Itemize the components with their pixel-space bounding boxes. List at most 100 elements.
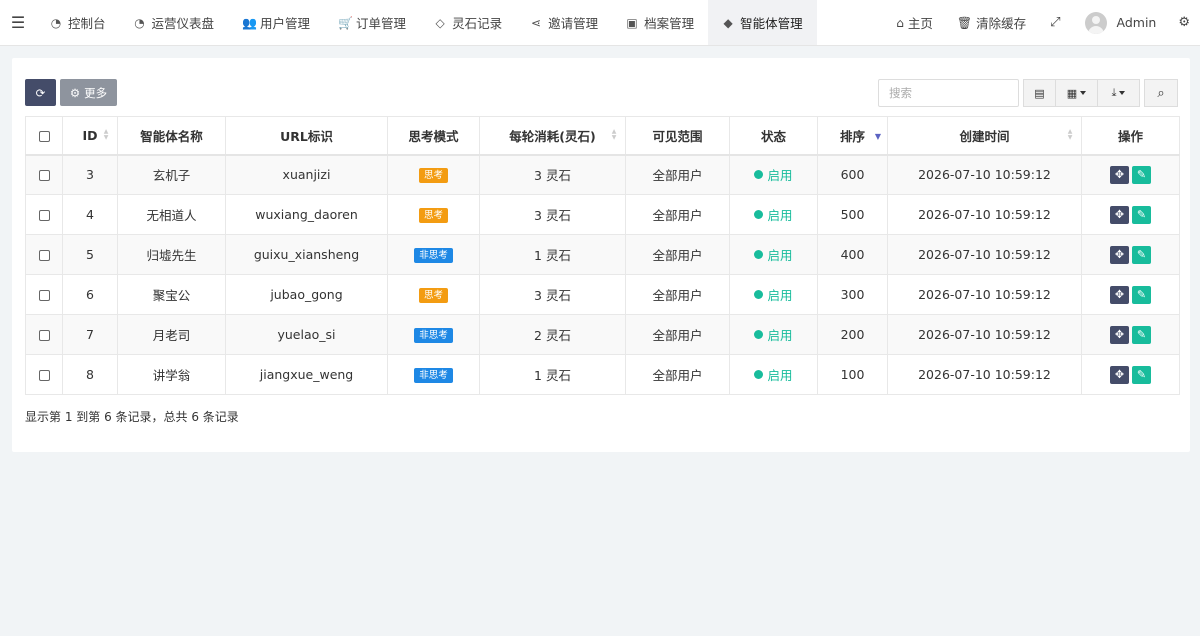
cell-mode: 非思考 bbox=[387, 354, 480, 395]
drag-sort-button[interactable]: ✥ bbox=[1110, 165, 1129, 184]
cell-id: 8 bbox=[62, 354, 118, 395]
mode-badge: 非思考 bbox=[414, 328, 453, 343]
cell-status: 启用 bbox=[729, 194, 818, 235]
edit-button[interactable]: ✎ bbox=[1132, 245, 1151, 264]
export-button[interactable]: ⤓ bbox=[1098, 79, 1140, 107]
nav-tab-label: 档案管理 bbox=[644, 16, 695, 31]
col-id[interactable]: ID bbox=[62, 116, 118, 156]
download-icon: ⤓ bbox=[1111, 86, 1117, 99]
search-input[interactable] bbox=[878, 79, 1019, 107]
cell-url: wuxiang_daoren bbox=[225, 194, 388, 235]
menu-toggle-icon[interactable]: ☰ bbox=[0, 0, 36, 45]
cell-status: 启用 bbox=[729, 154, 818, 195]
cell-id: 7 bbox=[62, 314, 118, 355]
status-badge[interactable]: 启用 bbox=[754, 325, 793, 344]
cell-created: 2026-07-10 10:59:12 bbox=[887, 194, 1082, 235]
cell-id: 6 bbox=[62, 274, 118, 315]
row-actions: ✥ ✎ bbox=[1082, 205, 1179, 224]
settings-button[interactable]: ⚙ bbox=[1168, 0, 1200, 46]
status-badge[interactable]: 启用 bbox=[754, 245, 793, 264]
row-checkbox[interactable] bbox=[38, 170, 50, 182]
status-badge[interactable]: 启用 bbox=[754, 285, 793, 304]
card-view-button[interactable]: ▤ bbox=[1023, 79, 1056, 107]
row-checkbox[interactable] bbox=[38, 330, 50, 341]
pencil-icon: ✎ bbox=[1136, 328, 1147, 341]
pencil-icon: ✎ bbox=[1136, 248, 1147, 261]
search-button[interactable]: ⌕ bbox=[1144, 79, 1178, 107]
edit-button[interactable]: ✎ bbox=[1132, 285, 1151, 304]
clear-cache-link[interactable]: 🗑 清除缓存 bbox=[945, 0, 1038, 46]
col-sort[interactable]: 排序 bbox=[817, 116, 888, 156]
edit-button[interactable]: ✎ bbox=[1132, 365, 1151, 384]
col-url: URL标识 bbox=[225, 116, 388, 156]
status-badge[interactable]: 启用 bbox=[754, 365, 793, 384]
search-icon: ⌕ bbox=[1157, 85, 1165, 101]
table-row[interactable]: 7 月老司 yuelao_si 非思考 2 灵石 全部用户 启用 200 2026-07-10 … bbox=[25, 314, 1180, 355]
row-checkbox[interactable] bbox=[38, 250, 50, 261]
top-navbar: ☰ ◔ 控制台 ◔ 运营仪表盘 👥 用户管理 🛒 订单管理 ◇ 灵石记录 ⋖ 邀请管理 ▣ 档案管理 ◆ 智能… bbox=[0, 0, 1200, 46]
row-actions: ✥ ✎ bbox=[1082, 325, 1179, 344]
cell-scope: 全部用户 bbox=[625, 274, 730, 315]
columns-button[interactable]: ▦ bbox=[1056, 79, 1098, 107]
nav-tab-label: 运营仪表盘 bbox=[151, 16, 215, 31]
nav-tab-3[interactable]: 🛒 订单管理 bbox=[324, 0, 420, 45]
refresh-button[interactable]: ⟳ bbox=[25, 79, 56, 106]
cell-mode: 非思考 bbox=[387, 314, 480, 355]
nav-tab-label: 智能体管理 bbox=[740, 16, 803, 31]
cell-created: 2026-07-10 10:59:12 bbox=[887, 234, 1082, 275]
table-row[interactable]: 4 无相道人 wuxiang_daoren 思考 3 灵石 全部用户 启用 500 2026-0… bbox=[25, 194, 1180, 235]
nav-tab-5[interactable]: ⋖ 邀请管理 bbox=[516, 0, 612, 45]
select-all-checkbox[interactable] bbox=[38, 130, 50, 142]
drag-sort-button[interactable]: ✥ bbox=[1110, 245, 1129, 264]
col-mode: 思考模式 bbox=[387, 116, 480, 156]
home-link[interactable]: ⌂ 主页 bbox=[884, 0, 945, 46]
drag-sort-button[interactable]: ✥ bbox=[1110, 205, 1129, 224]
cell-id: 3 bbox=[62, 154, 118, 195]
cell-id: 4 bbox=[62, 194, 118, 235]
nav-tab-2[interactable]: 👥 用户管理 bbox=[228, 0, 324, 45]
table-row[interactable]: 6 聚宝公 jubao_gong 思考 3 灵石 全部用户 启用 300 2026-07-10 … bbox=[25, 274, 1180, 315]
table-row[interactable]: 8 讲学翁 jiangxue_weng 非思考 1 灵石 全部用户 启用 100 2026-07… bbox=[25, 354, 1180, 395]
android-icon: ◆ bbox=[723, 15, 733, 30]
row-actions: ✥ ✎ bbox=[1082, 245, 1179, 264]
edit-button[interactable]: ✎ bbox=[1132, 325, 1151, 344]
cell-sort: 100 bbox=[817, 354, 888, 395]
col-cost[interactable]: 每轮消耗(灵石) bbox=[479, 116, 626, 156]
row-select-cell bbox=[25, 274, 63, 315]
status-badge[interactable]: 启用 bbox=[754, 205, 793, 224]
cell-url: jiangxue_weng bbox=[225, 354, 388, 395]
row-checkbox[interactable] bbox=[38, 370, 50, 381]
table-row[interactable]: 3 玄机子 xuanjizi 思考 3 灵石 全部用户 启用 600 2026-07-10 10… bbox=[25, 154, 1180, 195]
nav-tab-0[interactable]: ◔ 控制台 bbox=[36, 0, 120, 45]
nav-tab-7[interactable]: ◆ 智能体管理 bbox=[708, 0, 817, 45]
cart-icon: 🛒 bbox=[338, 15, 353, 30]
col-created[interactable]: 创建时间 bbox=[887, 116, 1082, 156]
edit-button[interactable]: ✎ bbox=[1132, 205, 1151, 224]
user-menu[interactable]: Admin bbox=[1073, 0, 1169, 46]
row-actions: ✥ ✎ bbox=[1082, 285, 1179, 304]
status-badge[interactable]: 启用 bbox=[754, 165, 793, 184]
clear-cache-label: 清除缓存 bbox=[976, 16, 1027, 31]
table-row[interactable]: 5 归墟先生 guixu_xiansheng 非思考 1 灵石 全部用户 启用 400 2026… bbox=[25, 234, 1180, 275]
drag-sort-button[interactable]: ✥ bbox=[1110, 325, 1129, 344]
drag-sort-button[interactable]: ✥ bbox=[1110, 365, 1129, 384]
nav-tab-6[interactable]: ▣ 档案管理 bbox=[612, 0, 708, 45]
nav-tab-4[interactable]: ◇ 灵石记录 bbox=[420, 0, 516, 45]
row-checkbox[interactable] bbox=[38, 290, 50, 301]
status-dot-icon bbox=[754, 330, 764, 339]
expand-icon: ⤢ bbox=[1050, 15, 1061, 30]
row-checkbox[interactable] bbox=[38, 210, 50, 221]
fullscreen-button[interactable]: ⤢ bbox=[1038, 0, 1072, 46]
diamond-icon: ◇ bbox=[435, 15, 445, 30]
columns-icon: ▦ bbox=[1066, 86, 1078, 100]
nav-tab-label: 灵石记录 bbox=[452, 16, 503, 31]
more-button[interactable]: ⚙ 更多 bbox=[60, 79, 117, 106]
cell-status: 启用 bbox=[729, 354, 818, 395]
nav-tab-1[interactable]: ◔ 运营仪表盘 bbox=[120, 0, 229, 45]
edit-button[interactable]: ✎ bbox=[1132, 165, 1151, 184]
share-icon: ⋖ bbox=[531, 15, 542, 30]
cell-cost: 3 灵石 bbox=[479, 194, 626, 235]
trash-icon: 🗑 bbox=[956, 15, 973, 30]
drag-sort-button[interactable]: ✥ bbox=[1110, 285, 1129, 304]
cell-cost: 2 灵石 bbox=[479, 314, 626, 355]
